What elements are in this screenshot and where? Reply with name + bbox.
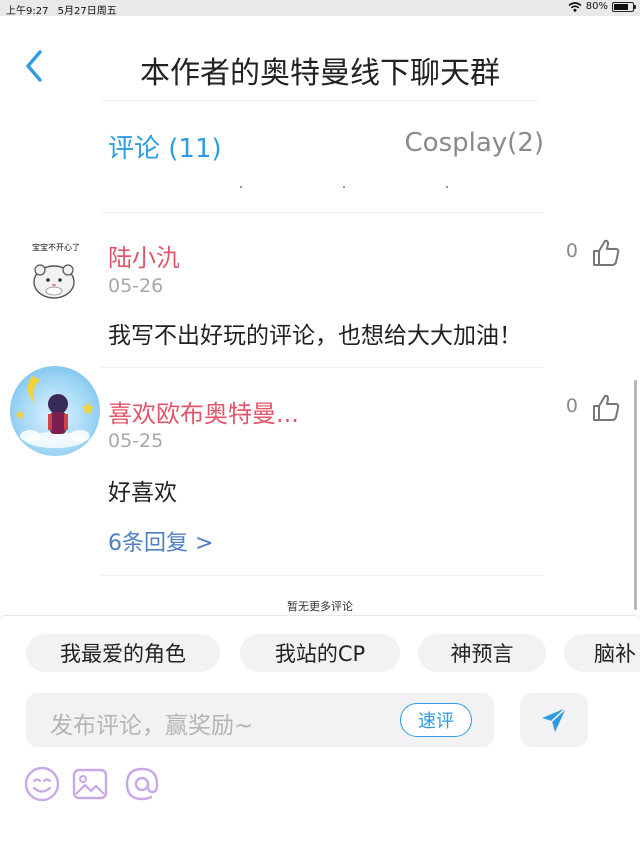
tab-comments[interactable]: 评论 (11) (108, 128, 222, 165)
tab-bar: 评论 (11) Cosplay(2) (0, 118, 640, 174)
battery-icon (612, 1, 636, 12)
comment-date: 05-25 (108, 430, 164, 452)
anime-avatar-icon (15, 376, 94, 448)
wifi-icon (568, 1, 582, 12)
page-title: 本作者的奥特曼线下聊天群 (140, 56, 500, 91)
like-button[interactable] (590, 392, 622, 424)
tag-chip[interactable]: 我最爱的角色 (26, 634, 220, 672)
image-icon (72, 768, 108, 800)
comment-divider (100, 575, 544, 576)
view-replies-link[interactable]: 6条回复 > (108, 525, 213, 557)
comment-divider (100, 367, 544, 368)
comment-input-placeholder: 发布评论，赢奖励~ (50, 713, 254, 739)
avatar-caption: 宝宝不开心了 (32, 243, 80, 252)
status-time-date: 上午9:27 5月27日周五 (6, 2, 117, 17)
at-mention-icon (125, 767, 159, 801)
comment-date: 05-26 (108, 275, 164, 297)
image-button[interactable] (70, 764, 110, 804)
send-button[interactable] (520, 693, 588, 747)
comment-text: 我写不出好玩的评论，也想给大大加油！ (108, 323, 522, 349)
like-count: 0 (565, 240, 578, 262)
emoji-button[interactable] (22, 764, 62, 804)
status-right: 80% (568, 1, 636, 12)
nav-divider (100, 100, 540, 101)
tabs-divider (100, 212, 544, 213)
tag-chip[interactable]: 脑补 (564, 634, 640, 672)
mention-button[interactable] (122, 764, 162, 804)
like-count: 0 (565, 395, 578, 417)
comment-composer-panel: 我最爱的角色 我站的CP 神预言 脑补 发布评论，赢奖励~ 速评 (0, 615, 640, 853)
comment-username[interactable]: 陆小氿 (108, 238, 180, 273)
thumbs-up-icon (593, 239, 620, 266)
send-icon (542, 707, 567, 732)
nav-bar: 本作者的奥特曼线下聊天群 (0, 16, 640, 102)
comment-username[interactable]: 喜欢欧布奥特曼... (108, 394, 299, 429)
no-more-comments-note: 暂无更多评论 (287, 600, 353, 613)
status-bar: 上午9:27 5月27日周五 80% (0, 0, 640, 17)
comment-input[interactable]: 发布评论，赢奖励~ 速评 (26, 693, 494, 747)
like-button[interactable] (590, 237, 622, 269)
emoji-icon (24, 766, 60, 802)
battery-percent: 80% (585, 1, 608, 12)
tab-indicator-dots (240, 186, 450, 188)
thumbs-up-icon (593, 394, 620, 421)
tab-cosplay[interactable]: Cosplay(2) (405, 128, 544, 158)
comment-text: 好喜欢 (108, 480, 177, 506)
quick-comment-button[interactable]: 速评 (400, 703, 472, 737)
tag-chip[interactable]: 神预言 (418, 634, 546, 672)
scrollbar[interactable] (634, 380, 637, 610)
tag-chip[interactable]: 我站的CP (240, 634, 400, 672)
avatar[interactable] (10, 366, 100, 456)
